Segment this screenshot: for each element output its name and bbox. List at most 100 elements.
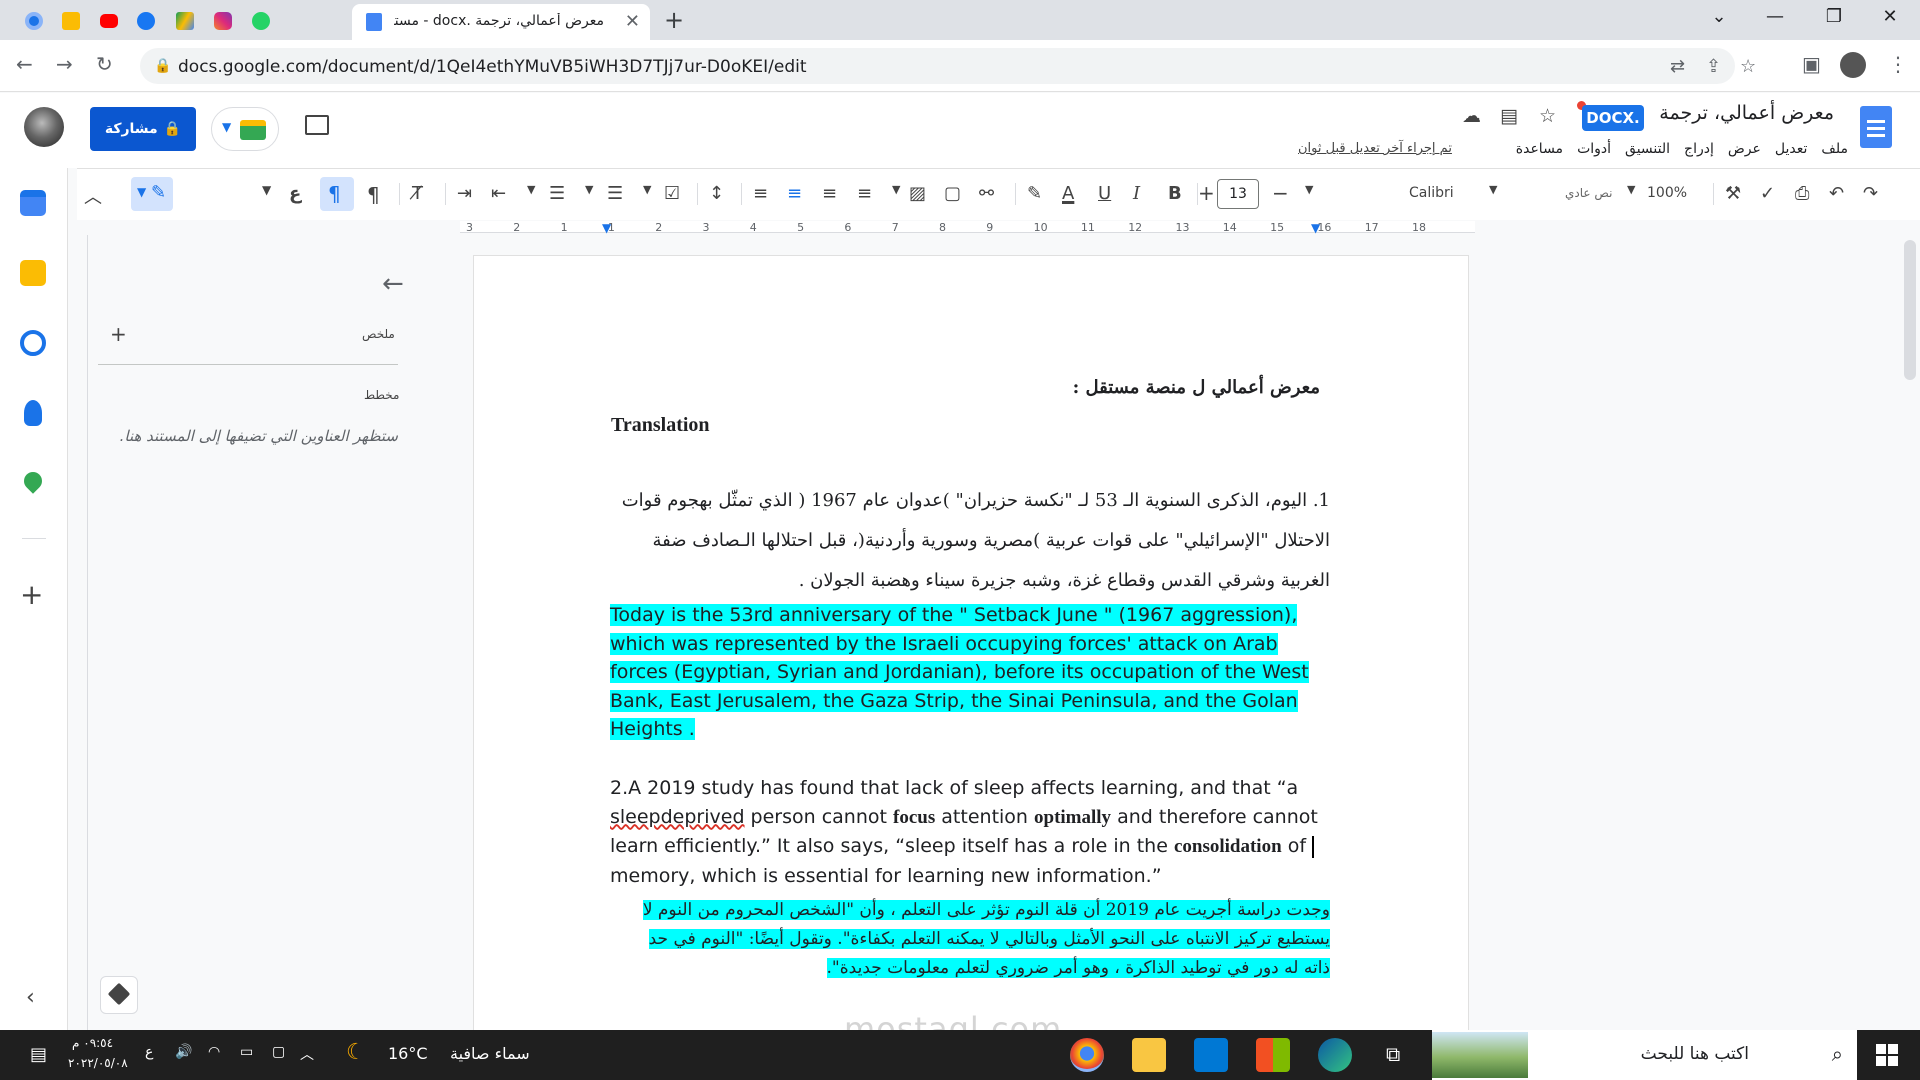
hide-menus-chevron-icon[interactable]: ︿ bbox=[84, 183, 102, 209]
forward-icon[interactable]: → bbox=[56, 52, 73, 76]
weather-temperature[interactable]: 16°C bbox=[388, 1044, 428, 1063]
chrome-taskbar-icon[interactable] bbox=[1070, 1038, 1104, 1072]
checklist-icon[interactable]: ☑ bbox=[664, 183, 680, 204]
close-tab-icon[interactable]: ✕ bbox=[625, 11, 640, 32]
insert-link-icon[interactable]: ⚯ bbox=[979, 183, 994, 204]
wifi-icon[interactable]: ◠ bbox=[208, 1044, 220, 1060]
menu-file[interactable]: ملف bbox=[1821, 141, 1848, 157]
calendar-icon[interactable] bbox=[20, 190, 46, 216]
volume-icon[interactable]: 🔊 bbox=[175, 1044, 192, 1060]
lock-icon[interactable]: 🔒 bbox=[154, 58, 171, 74]
add-addon-icon[interactable]: + bbox=[20, 578, 43, 611]
chevron-down-icon[interactable]: ▼ bbox=[892, 183, 900, 196]
active-browser-tab[interactable]: معرض أعمالي، ترجمة .docx - مستن ✕ bbox=[352, 4, 650, 40]
insert-image-icon[interactable]: ▨ bbox=[909, 183, 926, 204]
reload-icon[interactable]: ↻ bbox=[96, 52, 113, 76]
redo-icon[interactable]: ↷ bbox=[1863, 183, 1878, 204]
english-paragraph-1[interactable]: Today is the 53rd anniversary of the " S… bbox=[610, 601, 1330, 744]
spell-check-icon[interactable]: ✓ bbox=[1760, 183, 1775, 204]
clear-formatting-icon[interactable]: T̸ bbox=[412, 183, 423, 204]
document-scrollbar[interactable] bbox=[1904, 240, 1916, 380]
indent-decrease-icon[interactable]: ⇤ bbox=[491, 183, 506, 204]
weather-condition[interactable]: سماء صافية bbox=[450, 1044, 530, 1063]
menu-insert[interactable]: إدراج bbox=[1684, 141, 1714, 157]
menu-tools[interactable]: أدوات bbox=[1577, 141, 1611, 157]
input-tools-icon[interactable]: ع bbox=[289, 183, 301, 204]
mail-taskbar-icon[interactable] bbox=[1194, 1038, 1228, 1072]
bookmark-star-icon[interactable]: ☆ bbox=[1740, 56, 1756, 77]
tasks-icon[interactable] bbox=[20, 330, 46, 356]
paragraph-style-select[interactable]: نص عادي bbox=[1565, 186, 1612, 200]
pilcrow-ltr-icon[interactable]: ¶ bbox=[367, 183, 380, 207]
align-center-icon[interactable]: ≡ bbox=[822, 183, 837, 204]
input-language[interactable]: ع bbox=[145, 1044, 153, 1060]
font-size-decrease-icon[interactable]: − bbox=[1272, 181, 1289, 205]
numbered-list-icon[interactable]: ☰ bbox=[549, 183, 565, 204]
paint-format-icon[interactable]: ⚒ bbox=[1725, 183, 1741, 204]
account-avatar[interactable] bbox=[24, 107, 64, 147]
pinned-tab-drive-icon[interactable] bbox=[170, 6, 200, 36]
add-summary-icon[interactable]: + bbox=[110, 322, 127, 346]
tab-search-icon[interactable]: ⌄ bbox=[1699, 6, 1739, 27]
menu-format[interactable]: التنسيق bbox=[1625, 141, 1670, 157]
profile-avatar[interactable] bbox=[1840, 52, 1866, 78]
clock-date[interactable]: ٢٠٢٢/٠٥/٠٨ bbox=[68, 1056, 128, 1070]
align-justify-icon[interactable]: ≡ bbox=[753, 183, 768, 204]
line-spacing-icon[interactable]: ↕ bbox=[709, 183, 724, 204]
chevron-down-icon[interactable]: ▼ bbox=[262, 183, 271, 197]
weather-moon-icon[interactable]: ☾ bbox=[346, 1040, 366, 1065]
english-paragraph-2[interactable]: 2.A 2019 study has found that lack of sl… bbox=[610, 774, 1330, 890]
document-page[interactable]: معرض أعمالي ل منصة مستقل : Translation 1… bbox=[474, 256, 1468, 1030]
pinned-tab-chromium-icon[interactable] bbox=[19, 6, 49, 36]
chevron-down-icon[interactable]: ▼ bbox=[1627, 183, 1635, 196]
translation-heading[interactable]: Translation bbox=[611, 411, 710, 440]
contacts-icon[interactable] bbox=[24, 400, 42, 426]
taskbar-search-box[interactable]: اكتب هنا للبحث ⌕ bbox=[1432, 1030, 1857, 1080]
maps-icon[interactable] bbox=[20, 468, 46, 494]
pinned-tab-whatsapp-icon[interactable] bbox=[246, 6, 276, 36]
font-size-input[interactable]: 13 bbox=[1217, 179, 1259, 209]
document-heading[interactable]: معرض أعمالي ل منصة مستقل : bbox=[1073, 374, 1320, 403]
start-windows-icon[interactable] bbox=[1876, 1044, 1898, 1066]
chevron-down-icon[interactable]: ▼ bbox=[643, 183, 651, 196]
translate-icon[interactable]: ⇄ bbox=[1670, 56, 1685, 77]
chevron-down-icon[interactable]: ▼ bbox=[1305, 183, 1313, 196]
close-outline-arrow-icon[interactable]: ← bbox=[382, 269, 404, 299]
pinned-tab-instagram-icon[interactable] bbox=[208, 6, 238, 36]
rtl-direction-button[interactable]: ¶ bbox=[320, 177, 354, 211]
meet-now-icon[interactable]: ▢ bbox=[272, 1044, 285, 1060]
explore-button[interactable] bbox=[100, 976, 138, 1014]
show-hidden-icons-chevron-icon[interactable]: ︿ bbox=[300, 1044, 314, 1064]
back-icon[interactable]: ← bbox=[16, 52, 33, 76]
task-view-icon[interactable]: ⧉ bbox=[1386, 1042, 1400, 1066]
menu-help[interactable]: مساعدة bbox=[1516, 141, 1563, 157]
maximize-window-icon[interactable]: ❐ bbox=[1814, 6, 1854, 27]
indent-increase-icon[interactable]: ⇥ bbox=[457, 183, 472, 204]
collapse-sidepanel-chevron-icon[interactable]: ‹ bbox=[26, 985, 35, 1010]
chevron-down-icon[interactable]: ▼ bbox=[585, 183, 593, 196]
chevron-down-icon[interactable]: ▼ bbox=[527, 183, 535, 196]
battery-icon[interactable]: ▭ bbox=[240, 1044, 253, 1060]
add-comment-icon[interactable]: ▢ bbox=[944, 183, 961, 204]
highlight-color-icon[interactable]: ✎ bbox=[1027, 183, 1042, 204]
star-icon[interactable]: ☆ bbox=[1539, 105, 1556, 127]
meet-button[interactable]: ▼ bbox=[211, 107, 279, 151]
cloud-sync-icon[interactable]: ☁ bbox=[1462, 105, 1481, 127]
italic-icon[interactable]: I bbox=[1133, 183, 1140, 204]
zoom-select[interactable]: 100% bbox=[1647, 185, 1687, 201]
file-explorer-taskbar-icon[interactable] bbox=[1132, 1038, 1166, 1072]
pinned-tab-play-icon[interactable] bbox=[56, 6, 86, 36]
browser-menu-icon[interactable]: ⋮ bbox=[1888, 52, 1908, 76]
editing-mode-button[interactable]: ▼ ✎ bbox=[131, 177, 173, 211]
document-title[interactable]: معرض أعمالي، ترجمة bbox=[1659, 102, 1834, 124]
misspelled-word[interactable]: sleepdeprived bbox=[610, 806, 745, 828]
text-color-icon[interactable]: A bbox=[1062, 183, 1074, 204]
keep-icon[interactable] bbox=[20, 260, 46, 286]
close-window-icon[interactable]: ✕ bbox=[1870, 6, 1910, 27]
minimize-window-icon[interactable]: — bbox=[1755, 6, 1795, 27]
notifications-icon[interactable]: ▤ bbox=[30, 1044, 47, 1065]
bold-icon[interactable]: B bbox=[1168, 183, 1182, 204]
font-size-increase-icon[interactable]: + bbox=[1198, 181, 1215, 205]
chevron-down-icon[interactable]: ▼ bbox=[1489, 183, 1497, 196]
print-icon[interactable]: ⎙ bbox=[1795, 183, 1809, 204]
